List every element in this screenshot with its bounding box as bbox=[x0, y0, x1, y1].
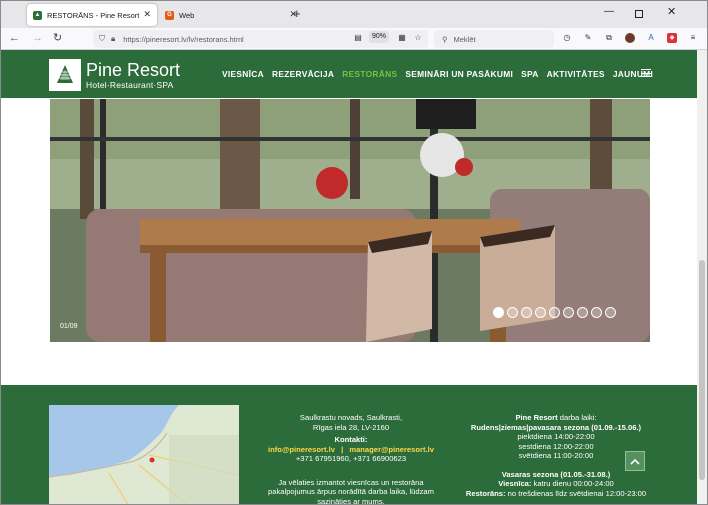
tab-label: RESTORĀNS - Pine Resort bbox=[47, 10, 140, 20]
slider-dot[interactable] bbox=[605, 307, 616, 318]
hero-slider-image[interactable] bbox=[50, 99, 650, 342]
shield-icon[interactable]: ⛉ bbox=[99, 34, 105, 44]
email-link-info[interactable]: info@pineresort.lv bbox=[268, 445, 335, 454]
site-header: Pine Resort Hotel·Restaurant·SPA VIESNĪC… bbox=[1, 50, 697, 98]
season1-title: Rudens|ziemas|pavasara sezona (01.09.-15… bbox=[470, 422, 642, 432]
bookmark-star-icon[interactable]: ☆ bbox=[413, 33, 423, 43]
tab-restorans[interactable]: ▲ RESTORĀNS - Pine Resort ✕ bbox=[27, 4, 157, 26]
season1-hours: piektdiena 14:00-22:00 bbox=[517, 432, 595, 441]
web-favicon-icon: G bbox=[165, 10, 174, 20]
site-footer: Saulkrastu novads, Saulkrasti, Rīgas iel… bbox=[1, 385, 697, 505]
address-line: Saulkrastu novads, Saulkrasti, bbox=[299, 413, 403, 422]
nav-item-rezervacija[interactable]: REZERVĀCIJA bbox=[272, 69, 334, 79]
footer-note: pakalpojumus ārpus norādītā darba laika,… bbox=[268, 487, 434, 496]
main-navigation: VIESNĪCA REZERVĀCIJA RESTORĀNS SEMINĀRI … bbox=[222, 69, 653, 79]
chevron-up-icon bbox=[630, 458, 640, 465]
phone-numbers: +371 67951960, +371 66900623 bbox=[295, 454, 407, 463]
scroll-to-top-button[interactable] bbox=[625, 451, 645, 471]
address-line: Rīgas iela 28, LV-2160 bbox=[312, 422, 390, 432]
slider-dot[interactable] bbox=[493, 307, 504, 318]
maximize-icon[interactable] bbox=[635, 10, 643, 18]
footer-contacts: Saulkrastu novads, Saulkrasti, Rīgas iel… bbox=[263, 413, 439, 505]
tab-strip: ▲ RESTORĀNS - Pine Resort ✕ G Web ✕ + — … bbox=[1, 1, 707, 28]
footer-note: sazināties ar mums. bbox=[317, 496, 385, 505]
footer-opening-hours: Pine Resort darba laiki: Rudens|ziemas|p… bbox=[460, 413, 652, 498]
lock-icon[interactable]: 🔒︎ bbox=[111, 34, 115, 44]
pine-favicon-icon: ▲ bbox=[33, 10, 42, 20]
history-icon[interactable]: ◷ bbox=[562, 33, 572, 43]
search-input[interactable]: ⚲ Meklēt bbox=[434, 30, 554, 48]
slide-counter: 01/09 bbox=[60, 323, 78, 330]
nav-item-aktivitates[interactable]: AKTIVITĀTES bbox=[547, 69, 605, 79]
search-placeholder: Meklēt bbox=[453, 34, 476, 44]
ublock-icon[interactable]: ◆ bbox=[667, 33, 677, 43]
hamburger-menu-icon[interactable] bbox=[641, 69, 651, 77]
slider-dot[interactable] bbox=[591, 307, 602, 318]
nav-item-restorans[interactable]: RESTORĀNS bbox=[342, 69, 397, 79]
browser-window: ▲ RESTORĀNS - Pine Resort ✕ G Web ✕ + — … bbox=[0, 0, 708, 505]
slider-dot[interactable] bbox=[577, 307, 588, 318]
slider-dot[interactable] bbox=[549, 307, 560, 318]
email-link-manager[interactable]: manager@pineresort.lv bbox=[349, 445, 434, 454]
pine-cone-logo-icon bbox=[49, 59, 81, 91]
slider-dot[interactable] bbox=[507, 307, 518, 318]
tools-icon[interactable]: ✎ bbox=[583, 33, 593, 43]
restaurant-label: Restorāns: bbox=[465, 488, 506, 498]
nav-item-spa[interactable]: SPA bbox=[521, 69, 539, 79]
menu-icon[interactable]: ≡ bbox=[688, 33, 698, 43]
hotel-label: Viesnīca: bbox=[498, 479, 532, 488]
hours-title: darba laiki: bbox=[557, 413, 597, 422]
close-window-icon[interactable]: ✕ bbox=[667, 5, 676, 18]
tab-web[interactable]: G Web ✕ bbox=[159, 4, 307, 26]
scrollbar-thumb[interactable] bbox=[699, 260, 705, 480]
zoom-level[interactable]: 90% bbox=[369, 31, 389, 43]
slider-dot[interactable] bbox=[535, 307, 546, 318]
contacts-label: Kontakti: bbox=[334, 435, 368, 444]
slider-pagination bbox=[493, 307, 616, 318]
email-separator: | bbox=[341, 444, 344, 454]
reader-view-icon[interactable]: ▤ bbox=[353, 33, 363, 43]
minimize-icon[interactable]: — bbox=[604, 6, 614, 17]
back-icon[interactable]: ← bbox=[9, 31, 20, 45]
tab-label: Web bbox=[179, 10, 195, 20]
navigation-toolbar: ← → ↻ ⛉ 🔒︎ https://pineresort.lv/lv/rest… bbox=[1, 28, 707, 50]
slider-dot[interactable] bbox=[521, 307, 532, 318]
slider-dot[interactable] bbox=[563, 307, 574, 318]
forward-icon[interactable]: → bbox=[32, 31, 43, 45]
translate-icon[interactable]: A bbox=[646, 33, 656, 43]
hotel-hours: katru dienu 00:00-24:00 bbox=[531, 479, 614, 488]
location-map[interactable] bbox=[49, 405, 239, 504]
close-tab-icon[interactable]: ✕ bbox=[143, 9, 151, 20]
nav-item-seminari[interactable]: SEMINĀRI UN PASĀKUMI bbox=[405, 69, 513, 79]
nav-item-viesnica[interactable]: VIESNĪCA bbox=[222, 69, 264, 79]
url-text[interactable]: https://pineresort.lv/lv/restorans.html bbox=[123, 35, 243, 44]
logo-title: Pine Resort bbox=[86, 59, 181, 80]
hours-title-brand: Pine Resort bbox=[515, 413, 558, 422]
qr-code-icon[interactable]: ▦ bbox=[397, 33, 407, 43]
page-scrollbar[interactable] bbox=[697, 50, 707, 504]
screenshot-icon[interactable]: ⧉ bbox=[604, 33, 614, 43]
page-viewport: Pine Resort Hotel·Restaurant·SPA VIESNĪC… bbox=[1, 50, 697, 505]
season1-hours: svētdiena 11:00-20:00 bbox=[518, 451, 594, 460]
footer-note: Ja vēlaties izmantot viesnīcas un restor… bbox=[278, 477, 424, 487]
season1-hours: sestdiena 12:00-22:00 bbox=[518, 441, 594, 451]
reload-icon[interactable]: ↻ bbox=[53, 31, 62, 45]
logo-subtitle: Hotel·Restaurant·SPA bbox=[86, 79, 174, 90]
restaurant-hours: no trešdienas līdz svētdienai 12:00-23:0… bbox=[505, 488, 647, 498]
search-icon: ⚲ bbox=[442, 34, 448, 44]
extension-icon[interactable] bbox=[625, 33, 635, 43]
site-logo[interactable]: Pine Resort Hotel·Restaurant·SPA bbox=[49, 59, 180, 91]
season2-title: Vasaras sezona (01.05.-31.08.) bbox=[501, 469, 611, 479]
new-tab-icon[interactable]: + bbox=[293, 6, 301, 21]
